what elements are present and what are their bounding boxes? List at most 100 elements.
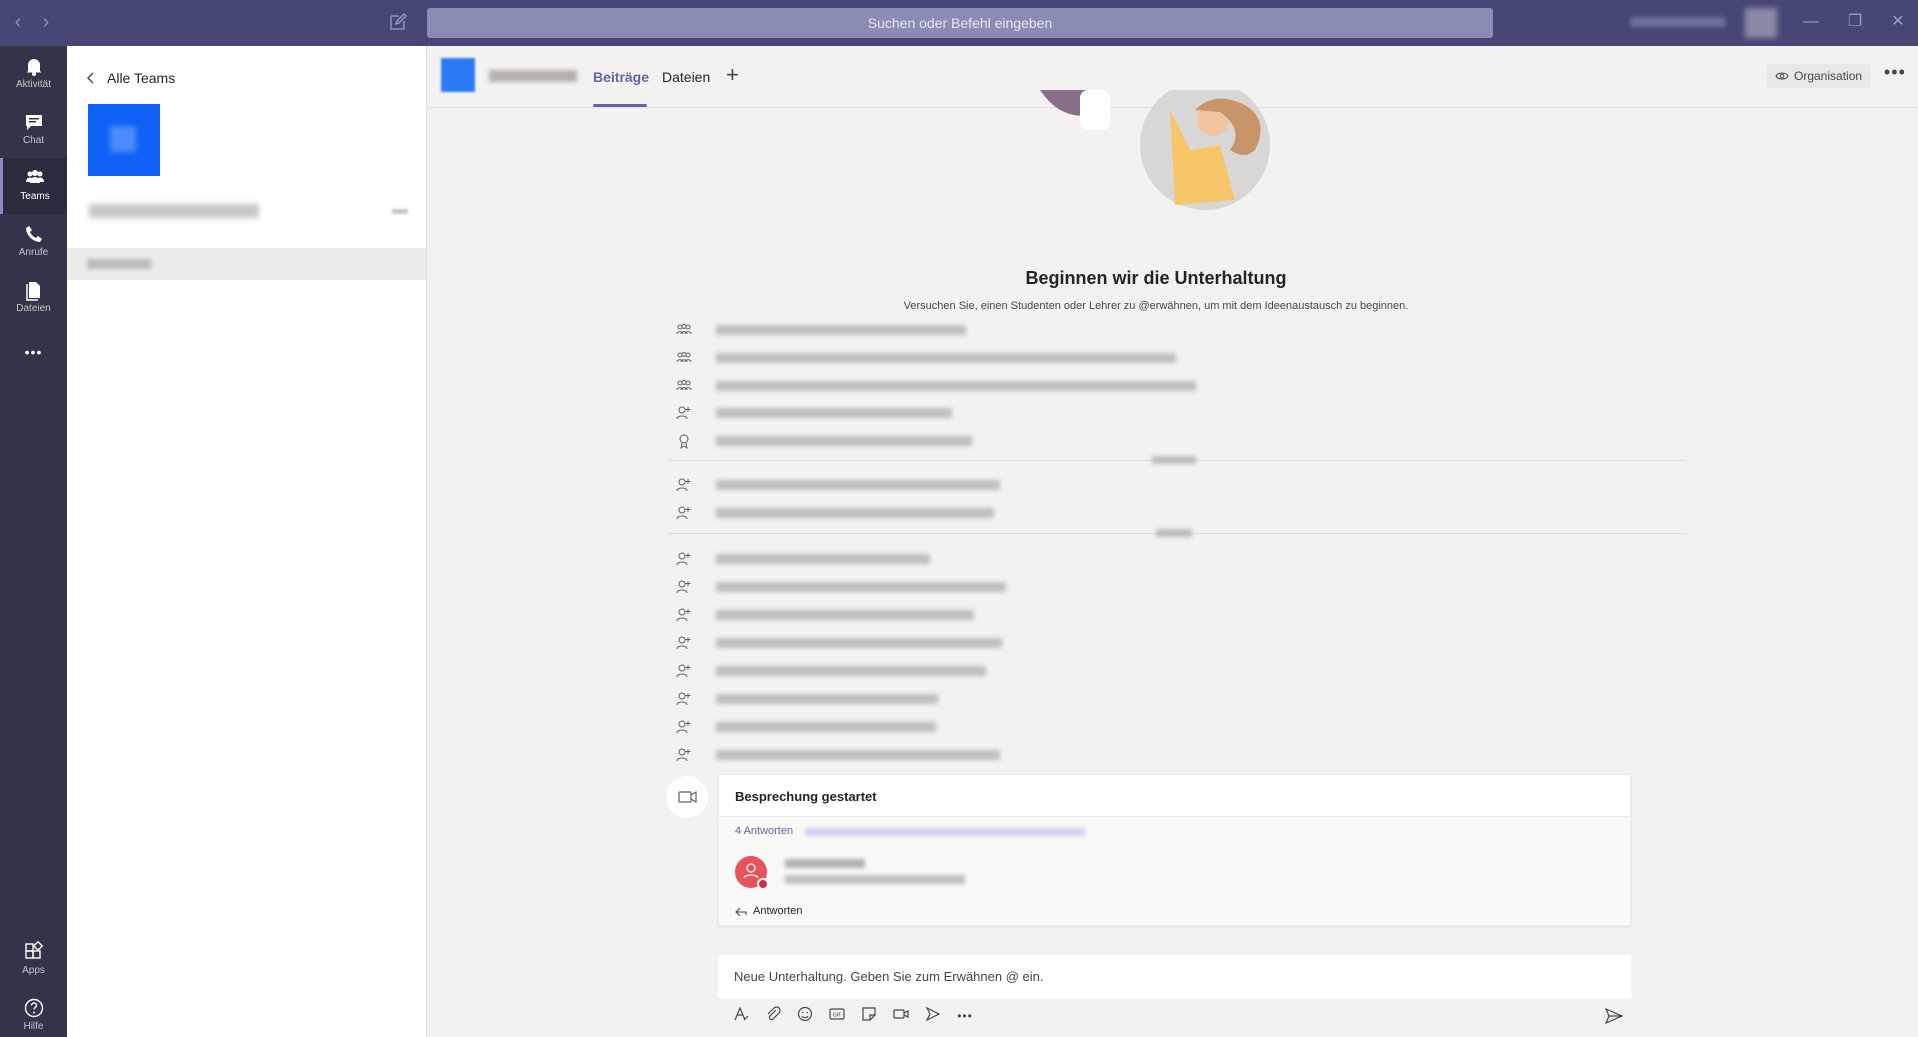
add-person-icon: [676, 552, 691, 566]
active-tab-indicator: [593, 104, 647, 107]
video-camera-icon: [678, 790, 697, 804]
forward-arrow-icon[interactable]: ›: [36, 12, 56, 32]
meeting-card-header: Besprechung gestartet: [719, 775, 1630, 817]
presence-busy-icon: [757, 878, 769, 890]
rail-label: Anrufe: [18, 247, 49, 258]
reply-arrow-icon: [735, 907, 747, 916]
team-avatar: [88, 104, 160, 176]
restore-icon[interactable]: ❐: [1845, 12, 1865, 32]
rail-item-activity[interactable]: Aktivität: [0, 46, 67, 102]
date-label-redacted: [1156, 529, 1192, 537]
add-person-icon: [676, 748, 691, 762]
send-icon: [1604, 1007, 1624, 1025]
add-person-icon: [676, 506, 691, 520]
compose-placeholder: Neue Unterhaltung. Geben Sie zum Erwähne…: [734, 969, 1044, 984]
add-person-icon: [676, 636, 691, 650]
new-conversation-input[interactable]: Neue Unterhaltung. Geben Sie zum Erwähne…: [718, 955, 1631, 999]
back-arrow-icon[interactable]: ‹: [8, 12, 28, 32]
group-icon: [676, 380, 692, 391]
meeting-icon-badge: [666, 776, 708, 818]
more-icon[interactable]: •••: [954, 1005, 976, 1027]
welcome-subtitle: Versuchen Sie, einen Studenten oder Lehr…: [903, 300, 1409, 312]
channel-name-redacted: [87, 259, 151, 269]
more-icon: •••: [24, 344, 43, 360]
all-teams-back-link[interactable]: Alle Teams: [85, 68, 175, 88]
attach-icon[interactable]: [762, 1005, 784, 1027]
channel-item-general[interactable]: [67, 248, 426, 280]
teams-icon: [26, 170, 44, 183]
team-more-icon[interactable]: [392, 209, 408, 214]
add-person-icon: [676, 406, 691, 420]
meeting-card: Besprechung gestartet 4 Antworten Antwor…: [718, 774, 1631, 926]
rail-item-chat[interactable]: Chat: [0, 102, 67, 158]
reply-author-redacted: [785, 859, 865, 868]
search-input[interactable]: Suchen oder Befehl eingeben: [427, 8, 1493, 38]
all-teams-label: Alle Teams: [107, 70, 176, 86]
stream-icon[interactable]: [922, 1005, 944, 1027]
award-icon: [679, 434, 689, 449]
reply-button[interactable]: Antworten: [735, 905, 803, 917]
close-icon[interactable]: ✕: [1888, 12, 1908, 32]
eye-icon: [1775, 72, 1789, 80]
rail-label: Aktivität: [15, 79, 51, 90]
add-person-icon: [676, 720, 691, 734]
add-person-icon: [676, 692, 691, 706]
replies-names-redacted: [805, 828, 1085, 836]
rail-item-more[interactable]: •••: [0, 336, 67, 376]
add-person-icon: [676, 608, 691, 622]
apps-icon: [24, 941, 43, 959]
new-chat-icon[interactable]: [388, 12, 408, 32]
user-name-redacted: [1630, 17, 1726, 27]
add-tab-icon[interactable]: +: [726, 62, 739, 88]
send-button[interactable]: [1604, 1006, 1626, 1028]
user-avatar[interactable]: [1745, 8, 1777, 38]
replies-link[interactable]: 4 Antworten: [735, 825, 793, 837]
app-rail: Aktivität Chat Teams Anrufe Dateien ••• …: [0, 46, 67, 1037]
team-pane: Alle Teams: [67, 46, 427, 1037]
rail-item-apps[interactable]: Apps: [0, 932, 67, 988]
emoji-icon[interactable]: [794, 1005, 816, 1027]
channel-team-avatar: [441, 58, 475, 92]
reply-label: Antworten: [753, 905, 803, 917]
date-label-redacted: [1152, 456, 1196, 464]
rail-label: Dateien: [16, 303, 51, 314]
reply-text-redacted: [785, 875, 965, 884]
add-person-icon: [676, 478, 691, 492]
add-person-icon: [676, 664, 691, 678]
channel-name-redacted: [489, 70, 577, 82]
svg-text:GIF: GIF: [833, 1013, 841, 1019]
rail-item-calls[interactable]: Anrufe: [0, 214, 67, 270]
group-icon: [676, 352, 692, 363]
format-icon[interactable]: [730, 1005, 752, 1027]
compose-toolbar: GIF •••: [730, 1005, 976, 1027]
meet-now-icon[interactable]: [890, 1005, 912, 1027]
welcome-illustration: [1040, 90, 1270, 210]
welcome-title: Beginnen wir die Unterhaltung: [1025, 268, 1287, 288]
chat-icon: [25, 115, 42, 130]
more-options-icon[interactable]: •••: [1884, 62, 1906, 83]
rail-label: Chat: [22, 135, 45, 146]
rail-item-teams[interactable]: Teams: [0, 158, 67, 214]
rail-item-files[interactable]: Dateien: [0, 270, 67, 326]
phone-icon: [25, 226, 42, 242]
sticker-icon[interactable]: [858, 1005, 880, 1027]
rail-item-help[interactable]: Hilfe: [0, 988, 67, 1037]
organisation-label: Organisation: [1794, 69, 1863, 83]
rail-label: Hilfe: [23, 1021, 44, 1032]
file-icon: [25, 282, 40, 301]
tab-posts[interactable]: Beiträge: [593, 69, 649, 85]
organisation-button[interactable]: Organisation: [1767, 64, 1872, 88]
gif-icon[interactable]: GIF: [826, 1005, 848, 1027]
bell-icon: [26, 59, 41, 76]
add-person-icon: [676, 580, 691, 594]
chevron-left-icon: [87, 72, 94, 84]
team-name-redacted: [89, 204, 259, 218]
help-icon: [24, 998, 43, 1018]
tab-files[interactable]: Dateien: [662, 69, 710, 85]
minimize-icon[interactable]: —: [1801, 12, 1821, 32]
group-icon: [676, 324, 692, 335]
title-bar: ‹ › Suchen oder Befehl eingeben — ❐ ✕: [0, 0, 1918, 46]
rail-label: Teams: [20, 191, 50, 202]
meeting-title: Besprechung gestartet: [735, 789, 877, 804]
rail-label: Apps: [22, 965, 45, 976]
